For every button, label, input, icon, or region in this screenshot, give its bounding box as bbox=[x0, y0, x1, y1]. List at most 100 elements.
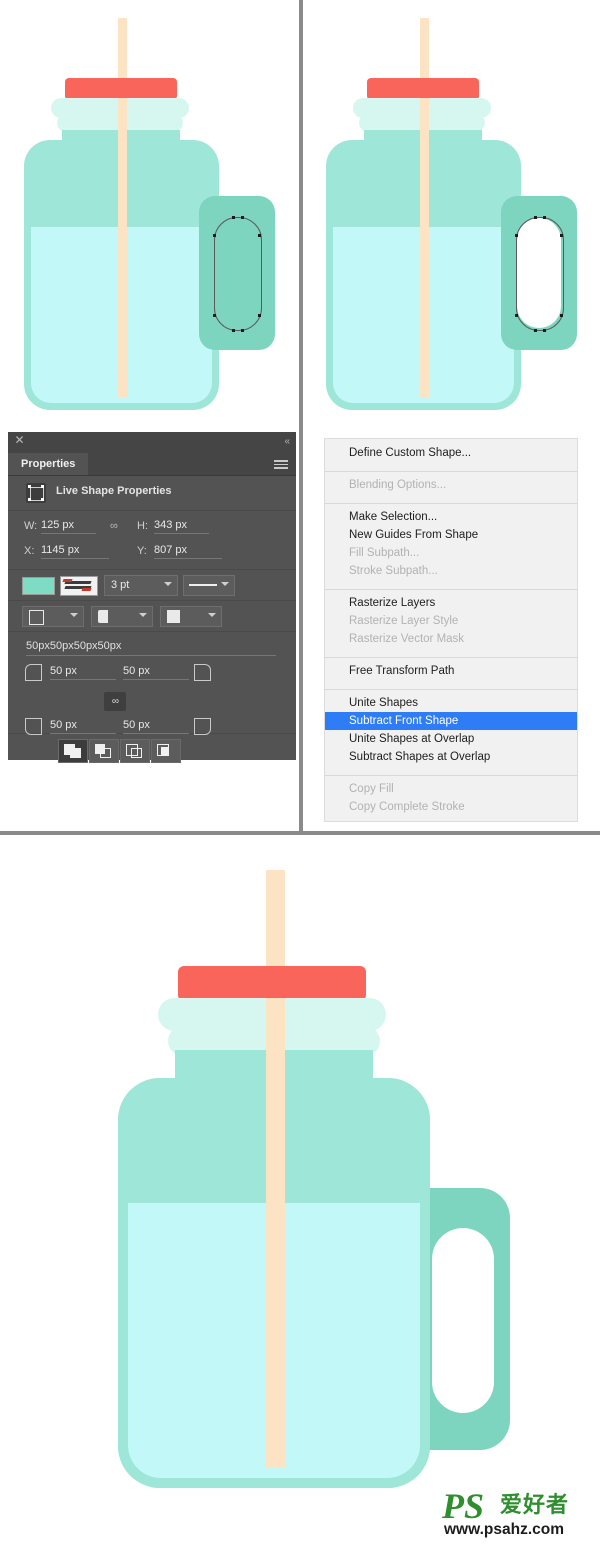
panel-tabbar: Properties bbox=[8, 453, 296, 476]
link-dimensions-icon[interactable]: ∞ bbox=[110, 520, 118, 532]
path-anchor[interactable] bbox=[213, 234, 216, 237]
unite-shapes-button[interactable] bbox=[58, 739, 88, 763]
fill-color-swatch[interactable] bbox=[22, 577, 55, 595]
exclude-overlapping-shapes-button[interactable] bbox=[151, 739, 181, 763]
corner-radii-summary[interactable]: 50px50px50px50px bbox=[26, 640, 276, 656]
jar-final-result bbox=[0, 838, 600, 1553]
link-corner-radii-button[interactable]: ∞ bbox=[104, 692, 126, 711]
x-label: X: bbox=[24, 545, 35, 557]
jar-before-subtract bbox=[0, 0, 299, 430]
straw-lower bbox=[420, 98, 429, 398]
corner-bottom-left-input[interactable]: 50 px bbox=[50, 719, 116, 734]
properties-panel[interactable]: ✕ « Properties Live Shape Properties W: … bbox=[8, 432, 296, 763]
collapse-panel-icon[interactable]: « bbox=[284, 436, 289, 447]
handle-inner-path[interactable] bbox=[516, 217, 564, 331]
menu-item-subtract-front-shape[interactable]: Subtract Front Shape bbox=[325, 712, 577, 730]
stroke-width-value: 3 pt bbox=[111, 579, 130, 591]
menu-separator bbox=[325, 589, 577, 590]
menu-item-fill-subpath: Fill Subpath... bbox=[349, 547, 420, 559]
y-label: Y: bbox=[137, 545, 147, 557]
straw-lower bbox=[266, 998, 285, 1468]
menu-separator bbox=[325, 657, 577, 658]
path-anchor[interactable] bbox=[515, 234, 518, 237]
straw-lower bbox=[118, 98, 127, 398]
chevron-down-icon[interactable] bbox=[139, 613, 147, 617]
path-anchor[interactable] bbox=[560, 234, 563, 237]
intersect-shapes-button[interactable] bbox=[120, 739, 150, 763]
path-operations-row bbox=[8, 734, 296, 768]
menu-item-unite-shapes-at-overlap[interactable]: Unite Shapes at Overlap bbox=[325, 730, 577, 748]
corner-top-left-input[interactable]: 50 px bbox=[50, 665, 116, 680]
path-anchor[interactable] bbox=[560, 314, 563, 317]
stroke-corners-dropdown[interactable] bbox=[160, 606, 222, 627]
menu-item-define-custom-shape[interactable]: Define Custom Shape... bbox=[325, 444, 577, 462]
solid-line-icon bbox=[189, 584, 217, 586]
path-context-menu[interactable]: Define Custom Shape... Blending Options.… bbox=[324, 438, 578, 822]
watermark-logo: PS bbox=[442, 1486, 485, 1526]
menu-item-subtract-shapes-at-overlap[interactable]: Subtract Shapes at Overlap bbox=[325, 748, 577, 766]
menu-item-new-guides-from-shape[interactable]: New Guides From Shape bbox=[325, 526, 577, 544]
path-anchor[interactable] bbox=[258, 314, 261, 317]
path-anchor[interactable] bbox=[543, 329, 546, 332]
chevron-down-icon[interactable] bbox=[164, 582, 172, 586]
stroke-color-none-icon[interactable] bbox=[60, 576, 98, 596]
corner-top-left-icon bbox=[25, 664, 42, 681]
path-anchor[interactable] bbox=[232, 329, 235, 332]
stroke-caps-dropdown[interactable] bbox=[91, 606, 153, 627]
path-anchor[interactable] bbox=[543, 216, 546, 219]
close-icon[interactable]: ✕ bbox=[14, 434, 25, 446]
jar-lid bbox=[178, 966, 366, 1001]
corner-bottom-right-icon bbox=[194, 718, 211, 735]
path-anchor[interactable] bbox=[515, 314, 518, 317]
chevron-down-icon[interactable] bbox=[208, 613, 216, 617]
chevron-down-icon[interactable] bbox=[70, 613, 78, 617]
watermark-url: www.psahz.com bbox=[444, 1521, 565, 1538]
corner-bottom-left-icon bbox=[25, 718, 42, 735]
screenshot-stage: ✕ « Properties Live Shape Properties W: … bbox=[0, 0, 600, 1553]
y-input[interactable]: 807 px bbox=[154, 544, 222, 559]
stroke-caps-icon bbox=[98, 610, 108, 623]
stroke-align-dropdown[interactable] bbox=[22, 606, 84, 627]
corner-top-right-input[interactable]: 50 px bbox=[123, 665, 189, 680]
path-anchor[interactable] bbox=[213, 314, 216, 317]
hamburger-menu-icon[interactable] bbox=[274, 460, 288, 469]
menu-item-blending-options: Blending Options... bbox=[349, 479, 447, 491]
menu-item-unite-shapes[interactable]: Unite Shapes bbox=[325, 694, 577, 712]
menu-item-rasterize-vector-mask: Rasterize Vector Mask bbox=[349, 633, 465, 645]
corner-bottom-right-input[interactable]: 50 px bbox=[123, 719, 189, 734]
jar-after-subtract bbox=[302, 0, 600, 430]
watermark-logo-cn: 爱好者 bbox=[500, 1493, 570, 1518]
vertical-divider bbox=[299, 0, 303, 833]
menu-item-rasterize-layer-style: Rasterize Layer Style bbox=[349, 615, 459, 627]
chevron-down-icon[interactable] bbox=[221, 582, 229, 586]
menu-separator bbox=[325, 503, 577, 504]
stroke-align-icon bbox=[29, 610, 44, 625]
path-anchor[interactable] bbox=[232, 216, 235, 219]
menu-separator bbox=[325, 775, 577, 776]
corner-top-right-icon bbox=[194, 664, 211, 681]
path-anchor[interactable] bbox=[241, 329, 244, 332]
width-input[interactable]: 125 px bbox=[41, 519, 96, 534]
stroke-options-section bbox=[8, 601, 296, 632]
path-anchor[interactable] bbox=[534, 329, 537, 332]
menu-item-stroke-subpath: Stroke Subpath... bbox=[349, 565, 438, 577]
jar-lid bbox=[65, 78, 177, 100]
subtract-front-shape-button[interactable] bbox=[89, 739, 119, 763]
path-anchor[interactable] bbox=[241, 216, 244, 219]
tab-properties[interactable]: Properties bbox=[8, 453, 89, 475]
fill-stroke-section: 3 pt bbox=[8, 570, 296, 601]
path-anchor[interactable] bbox=[534, 216, 537, 219]
menu-item-rasterize-layers[interactable]: Rasterize Layers bbox=[325, 594, 577, 612]
stroke-corners-icon bbox=[167, 610, 180, 623]
corner-radii-section: 50px50px50px50px 50 px 50 px ∞ 50 px 50 … bbox=[8, 632, 296, 735]
height-label: H: bbox=[137, 520, 148, 532]
x-input[interactable]: 1145 px bbox=[41, 544, 109, 559]
menu-item-make-selection[interactable]: Make Selection... bbox=[325, 508, 577, 526]
path-anchor[interactable] bbox=[258, 234, 261, 237]
handle-inner-path[interactable] bbox=[214, 217, 262, 331]
menu-item-free-transform-path[interactable]: Free Transform Path bbox=[325, 662, 577, 680]
stroke-width-input[interactable]: 3 pt bbox=[104, 575, 178, 596]
stroke-style-dropdown[interactable] bbox=[183, 575, 235, 596]
menu-separator bbox=[325, 689, 577, 690]
height-input[interactable]: 343 px bbox=[154, 519, 209, 534]
